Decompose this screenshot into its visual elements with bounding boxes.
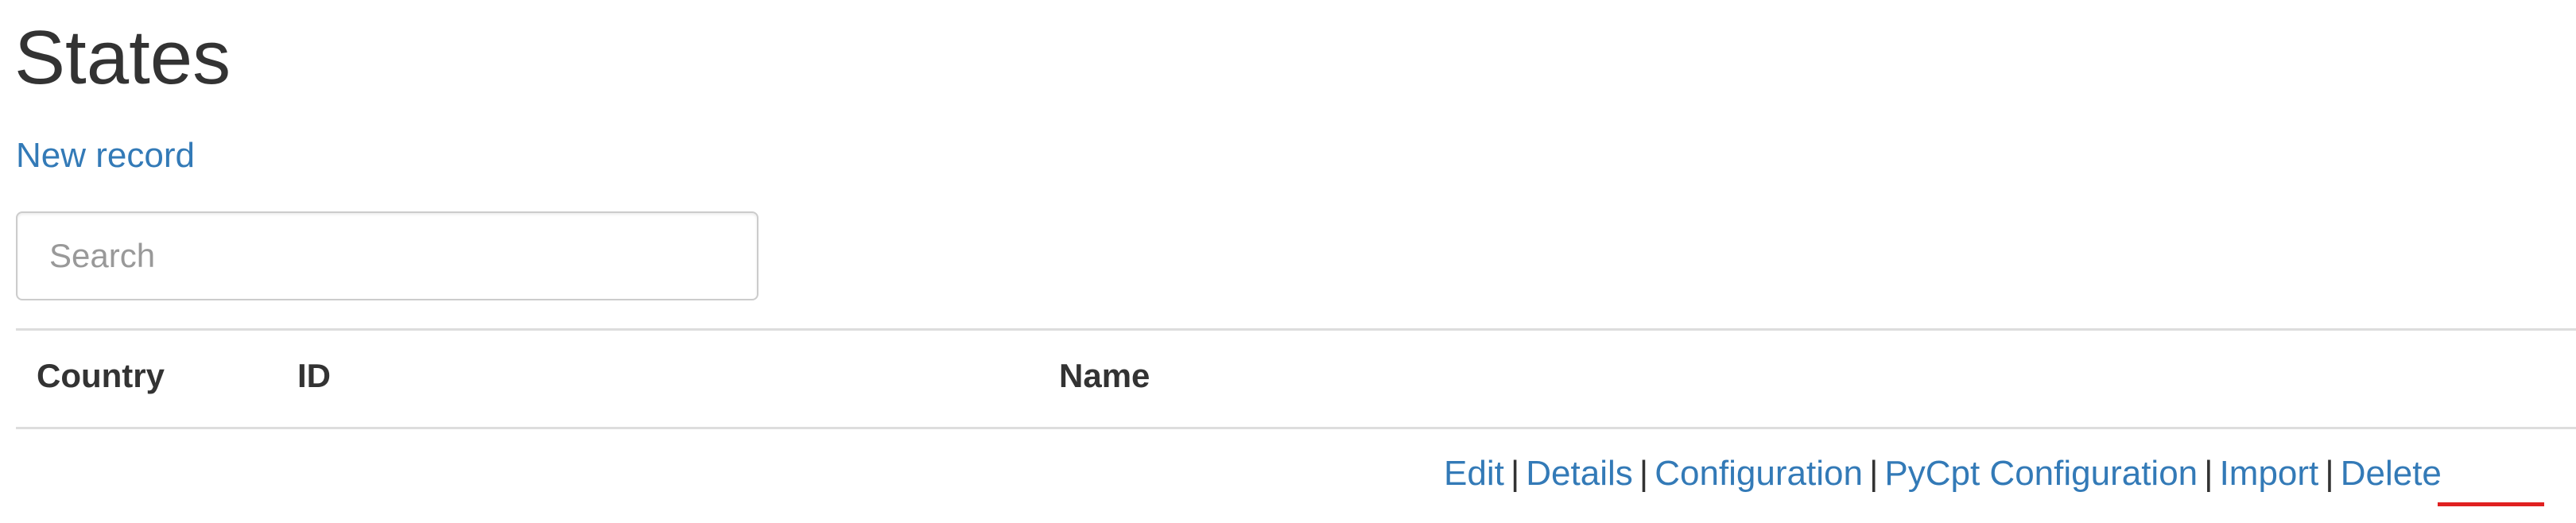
pycpt-configuration-link[interactable]: PyCpt Configuration bbox=[1884, 454, 2198, 493]
column-header-id[interactable]: ID bbox=[297, 356, 331, 396]
column-header-country[interactable]: Country bbox=[37, 356, 165, 396]
page-title: States bbox=[14, 15, 231, 100]
action-separator: | bbox=[2325, 454, 2334, 493]
new-record-link[interactable]: New record bbox=[16, 135, 195, 177]
column-header-name[interactable]: Name bbox=[1059, 356, 1150, 396]
action-separator: | bbox=[2204, 454, 2213, 493]
configuration-link[interactable]: Configuration bbox=[1655, 454, 1863, 493]
delete-highlight-underline bbox=[2438, 502, 2544, 506]
table-top-border bbox=[16, 328, 2576, 331]
delete-link[interactable]: Delete bbox=[2341, 454, 2442, 493]
details-link[interactable]: Details bbox=[1526, 454, 1633, 493]
action-separator: | bbox=[1868, 454, 1879, 493]
edit-link[interactable]: Edit bbox=[1444, 454, 1504, 493]
import-link[interactable]: Import bbox=[2220, 454, 2319, 493]
row-actions: Edit | Details | Configuration | PyCpt Configu… bbox=[1444, 453, 2442, 495]
search-input[interactable] bbox=[16, 211, 758, 300]
table-header-border bbox=[16, 427, 2576, 429]
action-separator: | bbox=[1510, 454, 1520, 493]
action-separator: | bbox=[1639, 454, 1649, 493]
